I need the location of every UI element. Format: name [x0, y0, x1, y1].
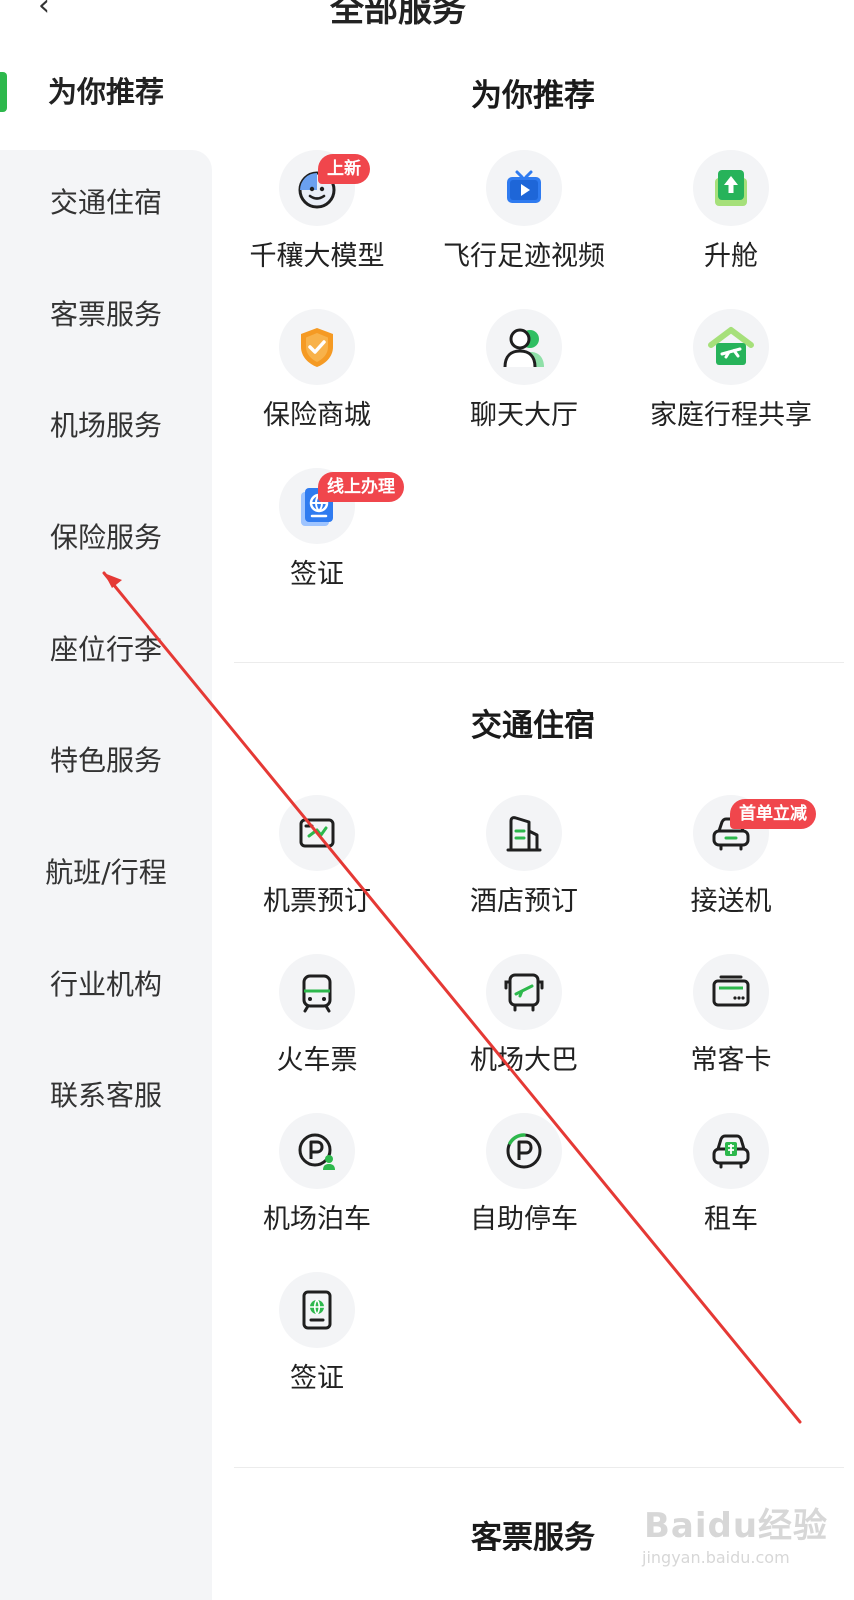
tile-label: 自助停车 [470, 1204, 578, 1235]
parking-person-icon [279, 1113, 355, 1189]
section-title-transport-hotel: 交通住宿 [471, 708, 595, 744]
watermark-logo: Baidu经验 [644, 1506, 829, 1546]
watermark-url: jingyan.baidu.com [642, 1548, 790, 1567]
tile-label: 机票预订 [263, 886, 371, 917]
sidebar-item-flight-trip[interactable]: 航班/行程 [0, 843, 212, 903]
sidebar-item-industry-org[interactable]: 行业机构 [0, 955, 212, 1015]
upgrade-arrow-icon [693, 150, 769, 226]
tile-car-rental[interactable]: 租车 [626, 1113, 836, 1263]
tile-flight-booking[interactable]: 机票预订 [212, 795, 422, 945]
new-badge: 上新 [318, 154, 370, 184]
discount-badge: 首单立减 [730, 799, 816, 829]
home-plane-icon [693, 309, 769, 385]
sidebar-item-special-service[interactable]: 特色服务 [0, 731, 212, 791]
tile-flight-footprint-video[interactable]: 飞行足迹视频 [419, 150, 629, 300]
tile-label: 家庭行程共享 [650, 400, 812, 431]
main-content: 为你推荐 上新 千穰大模型 飞行足迹视频 升舱 保险商城 聊天大厅 家庭行程共享… [212, 0, 854, 1600]
tile-insurance-mall[interactable]: 保险商城 [212, 309, 422, 459]
tile-label: 聊天大厅 [470, 400, 578, 431]
section-divider [234, 662, 844, 663]
train-icon [279, 954, 355, 1030]
sidebar-item-seat-baggage[interactable]: 座位行李 [0, 620, 212, 680]
tile-airport-bus[interactable]: 机场大巴 [419, 954, 629, 1104]
tile-self-parking[interactable]: 自助停车 [419, 1113, 629, 1263]
sidebar-item-insurance-service[interactable]: 保险服务 [0, 508, 212, 568]
tile-label: 常客卡 [690, 1045, 772, 1076]
tile-label: 飞行足迹视频 [443, 241, 605, 272]
ticket-icon [279, 795, 355, 871]
tile-label: 保险商城 [263, 400, 371, 431]
chat-users-icon [486, 309, 562, 385]
tile-train-ticket[interactable]: 火车票 [212, 954, 422, 1104]
sidebar: 为你推荐 交通住宿 客票服务 机场服务 保险服务 座位行李 特色服务 航班/行程… [0, 0, 212, 1600]
tile-label: 酒店预订 [470, 886, 578, 917]
section-divider [234, 1467, 844, 1468]
tile-label: 租车 [704, 1204, 758, 1235]
member-card-icon [693, 954, 769, 1030]
shield-check-icon [279, 309, 355, 385]
parking-icon [486, 1113, 562, 1189]
section-title-recommend: 为你推荐 [471, 78, 595, 114]
tile-label: 火车票 [276, 1045, 358, 1076]
tile-label: 机场泊车 [263, 1204, 371, 1235]
hotel-building-icon [486, 795, 562, 871]
tile-family-trip-share[interactable]: 家庭行程共享 [626, 309, 836, 459]
tile-qianrang-model[interactable]: 上新 千穰大模型 [212, 150, 422, 300]
tile-visa-recommend[interactable]: 线上办理 签证 [212, 468, 422, 618]
sidebar-item-ticket-service[interactable]: 客票服务 [0, 285, 212, 345]
tile-label: 接送机 [690, 886, 772, 917]
tile-frequent-flyer-card[interactable]: 常客卡 [626, 954, 836, 1104]
tv-play-icon [486, 150, 562, 226]
tile-label: 千穰大模型 [249, 241, 385, 272]
sidebar-item-transport-hotel[interactable]: 交通住宿 [0, 173, 212, 233]
tile-chat-hall[interactable]: 聊天大厅 [419, 309, 629, 459]
tile-visa-transport[interactable]: 签证 [212, 1272, 422, 1422]
online-badge: 线上办理 [318, 472, 404, 502]
tile-label: 机场大巴 [470, 1045, 578, 1076]
tile-label: 升舱 [704, 241, 758, 272]
rental-car-icon [693, 1113, 769, 1189]
tile-label: 签证 [290, 1363, 344, 1394]
sidebar-item-airport-service[interactable]: 机场服务 [0, 396, 212, 456]
sidebar-item-recommend[interactable]: 为你推荐 [0, 62, 212, 122]
tile-label: 签证 [290, 559, 344, 590]
page: ‹ 全部服务 为你推荐 交通住宿 客票服务 机场服务 保险服务 座位行李 特色服… [0, 0, 854, 1600]
bus-icon [486, 954, 562, 1030]
sidebar-item-customer-service[interactable]: 联系客服 [0, 1066, 212, 1126]
tile-upgrade[interactable]: 升舱 [626, 150, 836, 300]
tile-hotel-booking[interactable]: 酒店预订 [419, 795, 629, 945]
tile-airport-parking[interactable]: 机场泊车 [212, 1113, 422, 1263]
watermark: Baidu经验 jingyan.baidu.com [640, 1498, 840, 1588]
passport-icon [279, 1272, 355, 1348]
tile-airport-transfer[interactable]: 首单立减 接送机 [626, 795, 836, 945]
